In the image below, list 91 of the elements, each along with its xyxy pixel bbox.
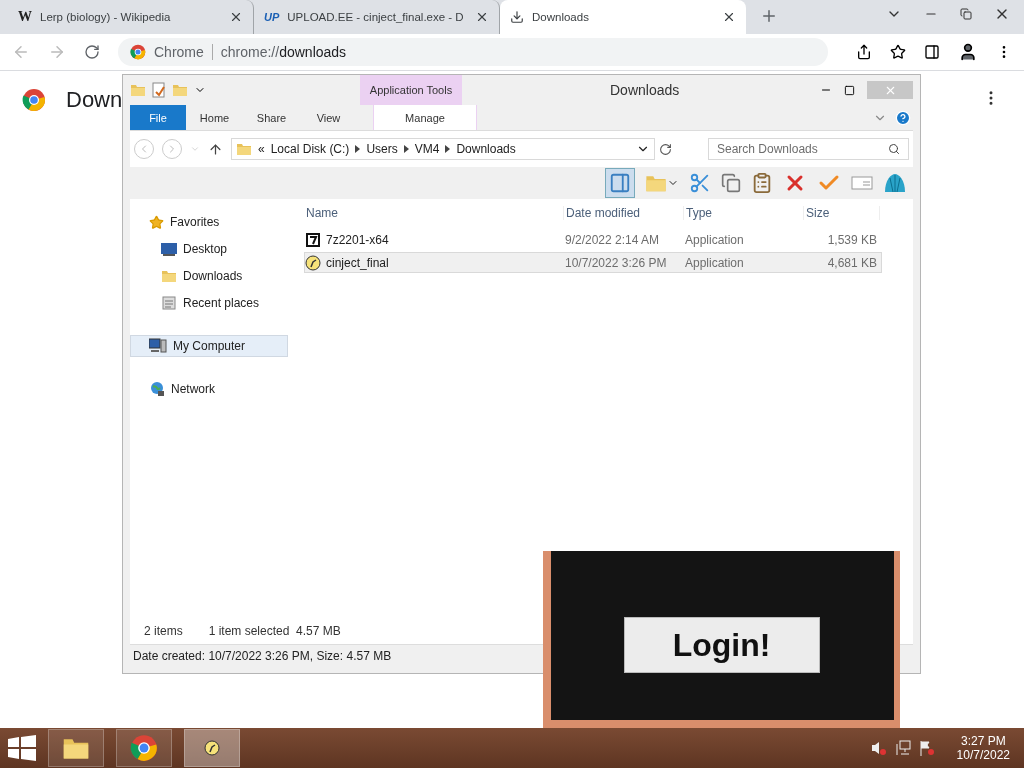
profile-icon[interactable] — [958, 42, 978, 62]
page-heading: Down — [66, 87, 123, 113]
chrome-logo — [22, 88, 46, 112]
nav-item[interactable]: Downloads — [130, 265, 288, 287]
window-title: Downloads — [610, 82, 680, 98]
file-row[interactable]: cinject_final 10/7/2022 3:26 PM Application 4,681 KB — [304, 252, 882, 273]
context-tab-label: Application Tools — [360, 75, 462, 105]
share-icon[interactable] — [856, 44, 872, 60]
file-name: 7z2201-x64 — [326, 232, 389, 247]
folder-icon — [130, 82, 146, 98]
breadcrumb-overflow: « — [258, 142, 265, 156]
login-button[interactable]: Login! — [623, 617, 820, 673]
app-icon — [305, 254, 321, 271]
reload-icon[interactable] — [84, 44, 100, 60]
search-field[interactable]: Search Downloads — [708, 138, 909, 160]
table-cell-text: Application — [685, 232, 745, 247]
computer-icon — [149, 338, 167, 354]
close-icon[interactable] — [475, 10, 489, 24]
ribbon-tab[interactable]: Home — [186, 105, 243, 130]
new-tab-icon[interactable] — [760, 7, 778, 25]
nav-item[interactable]: My Computer — [130, 335, 288, 357]
nav-item[interactable]: Recent places — [130, 292, 288, 314]
ribbon-tab[interactable]: Manage — [373, 105, 477, 130]
recent-places-icon — [161, 295, 177, 311]
ribbon-tab[interactable]: View — [300, 105, 357, 130]
tab-favicon: W — [18, 9, 32, 25]
table-cell-text: 4,681 KB — [826, 255, 878, 270]
archive-app-icon — [305, 231, 321, 248]
column-header[interactable]: Size — [804, 206, 880, 220]
folder-icon — [161, 268, 177, 284]
network-icon — [149, 381, 165, 397]
address-bar[interactable]: Chrome chrome://downloads — [118, 38, 828, 66]
address-bar[interactable]: « Local Disk (C:) Users VM4 Downloads — [231, 138, 655, 160]
bookmark-icon[interactable] — [890, 44, 906, 60]
paste-icon[interactable] — [751, 172, 773, 194]
taskbar-button[interactable] — [116, 729, 172, 767]
selection-info: 1 item selected 4.57 MB — [208, 624, 341, 638]
properties-icon[interactable] — [152, 82, 166, 98]
up-icon[interactable] — [208, 141, 223, 157]
maximize-icon[interactable] — [844, 84, 855, 96]
taskbar-button[interactable] — [184, 729, 240, 767]
chrome-icon — [130, 734, 158, 762]
network-icon[interactable] — [894, 740, 911, 756]
ribbon-tab[interactable]: Share — [243, 105, 300, 130]
breadcrumb-item[interactable]: Users — [366, 142, 398, 156]
star-icon — [149, 214, 164, 230]
side-panel-icon[interactable] — [924, 44, 940, 60]
browser-tab[interactable]: W Lerp (biology) - Wikipedia — [8, 0, 254, 34]
breadcrumb-item[interactable]: Local Disk (C:) — [270, 142, 350, 156]
muted-speaker-icon[interactable] — [870, 740, 887, 756]
copy-icon[interactable] — [721, 173, 741, 193]
column-header[interactable]: Name — [304, 206, 564, 220]
breadcrumb-item[interactable]: Downloads — [456, 142, 516, 156]
nav-item[interactable]: Desktop — [130, 238, 288, 260]
breadcrumb-arrow-icon — [355, 145, 361, 153]
breadcrumb-arrow-icon — [445, 145, 451, 153]
monitor-icon — [161, 242, 177, 256]
chrome-icon — [130, 44, 146, 60]
help-icon[interactable] — [895, 109, 911, 126]
breadcrumb-arrow-icon — [403, 145, 409, 153]
close-icon[interactable] — [229, 10, 243, 24]
table-cell-text: Application — [685, 255, 745, 270]
folder-icon — [172, 82, 188, 98]
flag-icon[interactable] — [918, 740, 935, 756]
column-header[interactable]: Type — [684, 206, 804, 220]
tab-favicon: UP — [264, 11, 280, 23]
folder-icon — [236, 141, 252, 157]
file-row[interactable]: 7z2201-x64 9/2/2022 2:14 AM Application 1,539 KB — [304, 229, 882, 250]
restore-icon[interactable] — [960, 8, 972, 20]
search-icon — [888, 143, 900, 155]
taskbar-button[interactable] — [48, 729, 104, 767]
ribbon-tab[interactable]: File — [130, 105, 186, 130]
nav-item[interactable]: Favorites — [130, 211, 288, 233]
clock[interactable]: 3:27 PM 10/7/2022 — [956, 734, 1010, 762]
nav-item[interactable]: Network — [130, 378, 288, 400]
table-cell-text: 1,539 KB — [826, 232, 878, 247]
item-count: 2 items — [144, 624, 183, 638]
start-icon[interactable] — [8, 735, 36, 761]
browser-tab[interactable]: Downloads — [500, 0, 746, 34]
preview-pane-icon[interactable] — [605, 168, 635, 198]
file-name: cinject_final — [326, 255, 389, 270]
table-cell-text: 9/2/2022 2:14 AM — [565, 232, 661, 247]
refresh-icon[interactable] — [659, 142, 672, 156]
column-header[interactable]: Date modified — [564, 206, 684, 220]
app-icon — [204, 740, 220, 756]
table-cell-text: 10/7/2022 3:26 PM — [565, 255, 668, 270]
shell-icon[interactable] — [883, 172, 907, 194]
cut-icon[interactable] — [689, 172, 711, 194]
download-icon — [510, 10, 524, 24]
breadcrumb-item[interactable]: VM4 — [414, 142, 440, 156]
close-icon[interactable] — [722, 10, 736, 24]
